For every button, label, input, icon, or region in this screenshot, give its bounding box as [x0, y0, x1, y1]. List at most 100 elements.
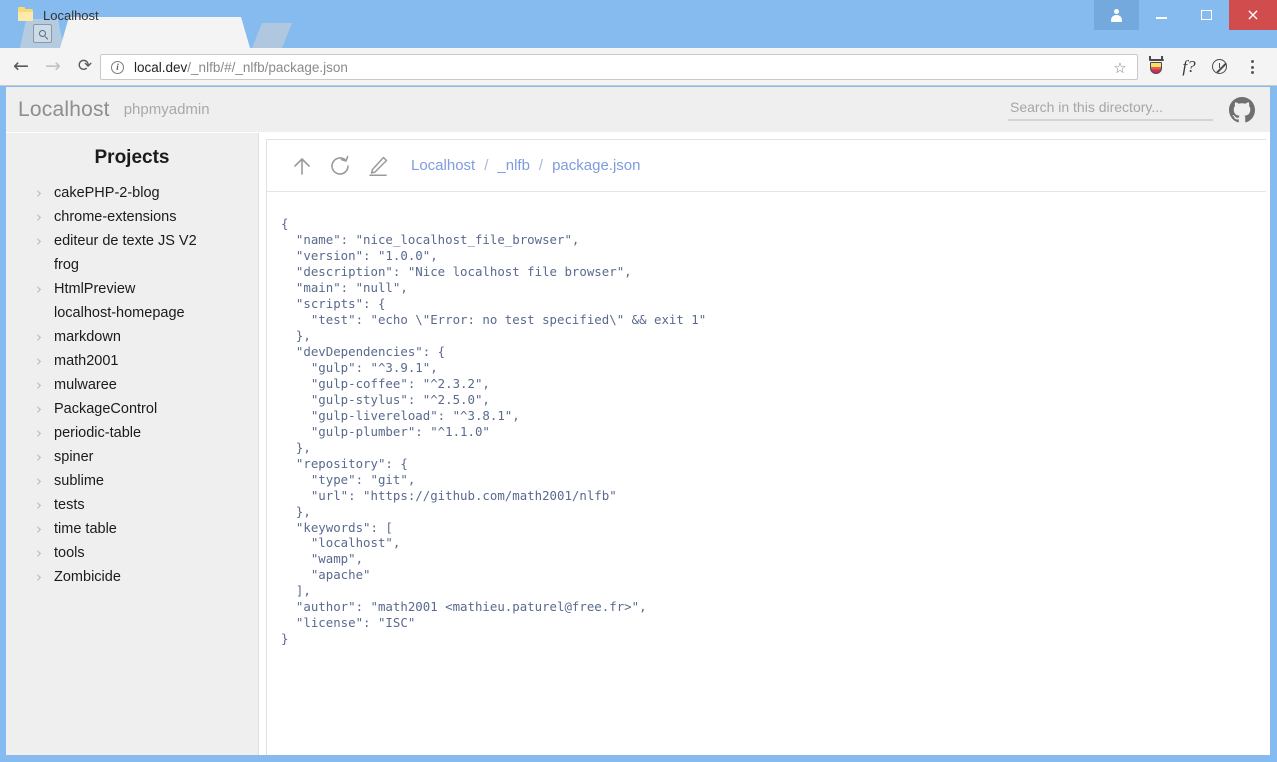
- sidebar-item-label: mulwaree: [54, 377, 117, 393]
- chevron-right-icon[interactable]: ›: [36, 401, 51, 417]
- close-icon: ×: [1246, 5, 1260, 24]
- app-header: Localhost phpmyadmin: [6, 87, 1270, 132]
- sidebar-item-label: localhost-homepage: [54, 305, 185, 321]
- sidebar-item[interactable]: › cakePHP-2-blog: [6, 181, 258, 205]
- window-controls: ×: [1094, 0, 1277, 30]
- back-button[interactable]: ←: [6, 52, 36, 82]
- sidebar-item[interactable]: › math2001: [6, 349, 258, 373]
- sidebar-item[interactable]: › sublime: [6, 469, 258, 493]
- chevron-right-icon[interactable]: ›: [36, 425, 51, 441]
- chevron-right-icon[interactable]: ›: [36, 329, 51, 345]
- three-dot-menu-icon[interactable]: [1240, 55, 1264, 79]
- nav-link-phpmyadmin[interactable]: phpmyadmin: [124, 101, 210, 118]
- sidebar-item-label: tools: [54, 545, 85, 561]
- sidebar-item-label: Zombicide: [54, 569, 121, 585]
- minimize-icon: [1156, 17, 1167, 19]
- sidebar-item[interactable]: › mulwaree: [6, 373, 258, 397]
- search-input[interactable]: [1008, 97, 1213, 121]
- sidebar-item-label: editeur de texte JS V2: [54, 233, 197, 249]
- sidebar-item[interactable]: › editeur de texte JS V2: [6, 229, 258, 253]
- sidebar-item-label: tests: [54, 497, 85, 513]
- sidebar-item-label: cakePHP-2-blog: [54, 185, 160, 201]
- sidebar-item[interactable]: › chrome-extensions: [6, 205, 258, 229]
- page-viewport: Localhost phpmyadmin Projects ›cakePHP-2…: [6, 87, 1270, 755]
- sidebar-item-label: math2001: [54, 353, 119, 369]
- url-host: local.dev: [134, 59, 188, 75]
- app-brand-title: Localhost: [18, 97, 110, 121]
- sidebar-item[interactable]: ›frog: [6, 253, 258, 277]
- maximize-button[interactable]: [1184, 0, 1229, 30]
- sidebar-item-label: frog: [54, 257, 79, 273]
- maximize-icon: [1201, 10, 1212, 20]
- breadcrumb-toolbar: Localhost / _nlfb / package.json: [267, 140, 1266, 192]
- site-info-icon[interactable]: i: [111, 60, 124, 74]
- tab-localhost-content: Localhost: [0, 0, 190, 31]
- chevron-right-icon[interactable]: ›: [36, 521, 51, 537]
- chevron-right-icon[interactable]: ›: [36, 281, 51, 297]
- chevron-right-icon[interactable]: ›: [36, 449, 51, 465]
- sidebar-item-label: PackageControl: [54, 401, 158, 417]
- new-tab-button[interactable]: [252, 23, 292, 48]
- window-close-button[interactable]: ×: [1229, 0, 1277, 30]
- main-panel: Localhost / _nlfb / package.json { "name": "…: [266, 139, 1266, 755]
- pencil-edit-icon[interactable]: [361, 149, 395, 183]
- chevron-right-icon[interactable]: ›: [36, 497, 51, 513]
- colorpicker-cup-icon[interactable]: [1144, 55, 1168, 79]
- minimize-button[interactable]: [1139, 0, 1184, 30]
- sidebar-item[interactable]: › tools: [6, 541, 258, 565]
- font-question-glyph: f?: [1182, 57, 1196, 76]
- breadcrumb-separator: /: [484, 157, 489, 174]
- sidebar-item[interactable]: › HtmlPreview: [6, 277, 258, 301]
- breadcrumb: Localhost / _nlfb / package.json: [411, 157, 641, 174]
- window-border-bottom: [0, 755, 1277, 762]
- clock-refresh-icon[interactable]: [1208, 55, 1232, 79]
- file-content-code: { "name": "nice_localhost_file_browser",…: [281, 216, 707, 647]
- sidebar-item[interactable]: › time table: [6, 517, 258, 541]
- breadcrumb-item[interactable]: _nlfb: [497, 157, 530, 174]
- chevron-right-icon[interactable]: ›: [36, 353, 51, 369]
- sidebar-item[interactable]: › PackageControl: [6, 397, 258, 421]
- sidebar-item-label: HtmlPreview: [54, 281, 136, 297]
- user-avatar-icon[interactable]: [1094, 0, 1139, 30]
- projects-list: › cakePHP-2-blog › chrome-extensions › editeu…: [6, 181, 258, 589]
- folder-icon: [18, 7, 33, 22]
- tab-title: Localhost: [43, 8, 99, 23]
- refresh-icon[interactable]: [323, 149, 357, 183]
- bookmark-star-icon[interactable]: ☆: [1111, 59, 1129, 77]
- font-question-icon[interactable]: f?: [1177, 55, 1201, 79]
- sidebar-item-label: spiner: [54, 449, 94, 465]
- search-container: [1008, 97, 1213, 121]
- sidebar-item-label: time table: [54, 521, 117, 537]
- browser-window: Localhost × × ← → ⟳ i local.dev/_nlfb/#/…: [0, 0, 1277, 762]
- forward-button: →: [45, 55, 61, 77]
- sidebar-item[interactable]: › Zombicide: [6, 565, 258, 589]
- browser-title-bar: Localhost × ×: [0, 0, 1277, 48]
- chevron-right-icon[interactable]: ›: [36, 185, 51, 201]
- breadcrumb-separator: /: [538, 157, 544, 174]
- sidebar-item-label: chrome-extensions: [54, 209, 177, 225]
- chevron-right-icon[interactable]: ›: [36, 569, 51, 585]
- sidebar-item[interactable]: › spiner: [6, 445, 258, 469]
- address-bar[interactable]: i local.dev/_nlfb/#/_nlfb/package.json ☆: [100, 54, 1138, 80]
- reload-button[interactable]: ⟳: [70, 52, 100, 82]
- chevron-right-icon[interactable]: ›: [36, 377, 51, 393]
- chevron-right-icon[interactable]: ›: [36, 209, 51, 225]
- sidebar-item[interactable]: ›localhost-homepage: [6, 301, 258, 325]
- sidebar-item-label: markdown: [54, 329, 121, 345]
- breadcrumb-item[interactable]: package.json: [552, 157, 640, 174]
- arrow-up-icon[interactable]: [285, 149, 319, 183]
- github-icon[interactable]: [1229, 97, 1255, 123]
- address-bar-url: local.dev/_nlfb/#/_nlfb/package.json: [134, 60, 348, 75]
- chevron-right-icon[interactable]: ›: [36, 545, 51, 561]
- sidebar-item[interactable]: › periodic-table: [6, 421, 258, 445]
- window-border-right: [1270, 86, 1277, 762]
- sidebar-item[interactable]: › tests: [6, 493, 258, 517]
- browser-toolbar: ← → ⟳ i local.dev/_nlfb/#/_nlfb/package.…: [0, 48, 1277, 86]
- chevron-right-icon[interactable]: ›: [36, 233, 51, 249]
- sidebar-item[interactable]: › markdown: [6, 325, 258, 349]
- window-border-left: [0, 86, 6, 762]
- breadcrumb-item[interactable]: Localhost: [411, 157, 475, 174]
- chevron-right-icon[interactable]: ›: [36, 473, 51, 489]
- url-path: /_nlfb/#/_nlfb/package.json: [187, 59, 348, 75]
- sidebar-item-label: sublime: [54, 473, 104, 489]
